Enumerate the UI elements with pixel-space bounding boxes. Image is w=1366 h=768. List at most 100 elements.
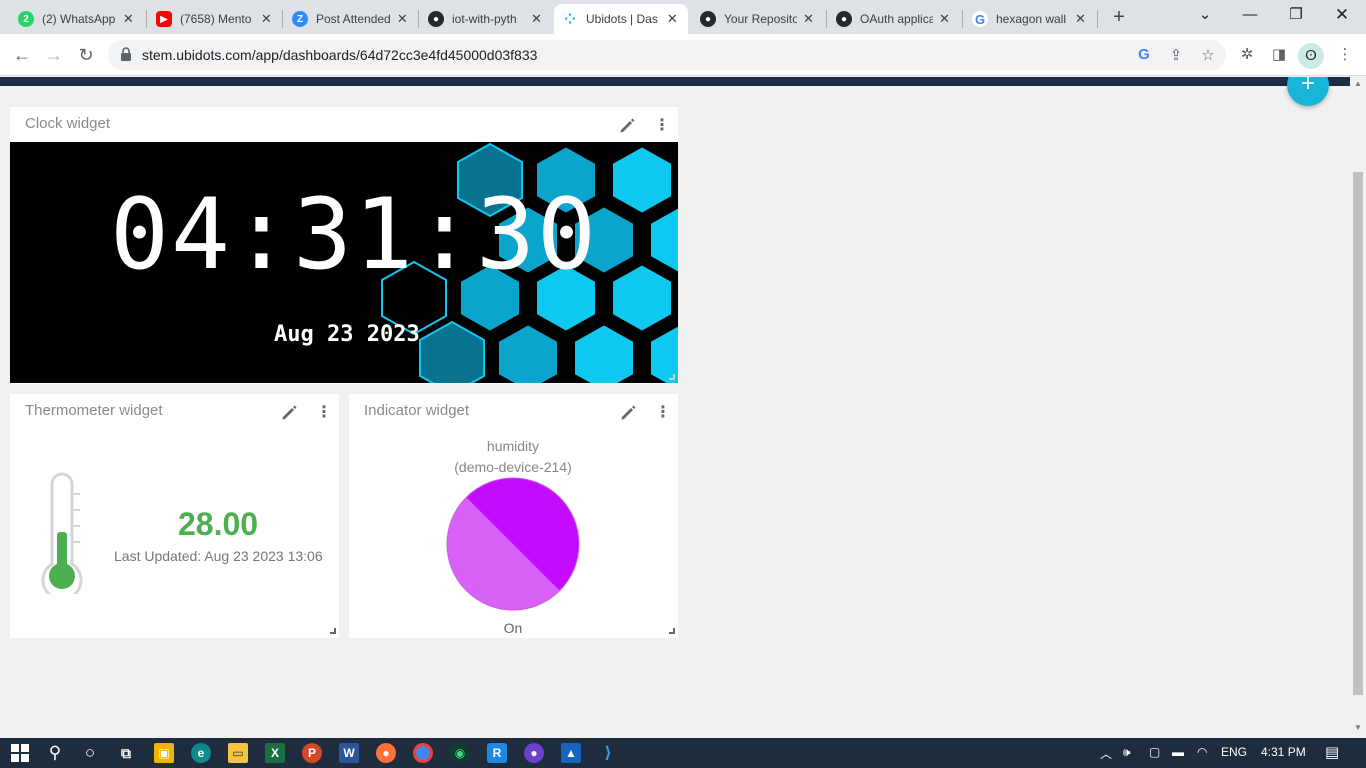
scroll-down-icon[interactable]: ▼ xyxy=(1354,723,1362,732)
close-icon[interactable]: ✕ xyxy=(937,11,952,27)
tab-search-button[interactable]: ⌄ xyxy=(1183,4,1227,26)
meet-now-icon[interactable]: ▢ xyxy=(1149,745,1160,759)
close-icon[interactable]: ✕ xyxy=(665,11,680,27)
scrollbar-thumb[interactable] xyxy=(1353,172,1363,695)
address-bar[interactable]: stem.ubidots.com/app/dashboards/64d72cc3… xyxy=(108,40,1226,70)
resize-handle[interactable] xyxy=(669,374,675,380)
more-options-icon[interactable]: ⋮ xyxy=(655,404,671,422)
tab-separator xyxy=(1097,10,1098,28)
tab-title: OAuth applica xyxy=(860,12,934,26)
app-icon[interactable]: ◉ xyxy=(450,743,470,763)
last-updated-text: Last Updated: Aug 23 2023 13:06 xyxy=(114,548,323,564)
new-tab-button[interactable]: + xyxy=(1108,6,1130,29)
tab-github-oauth[interactable]: ● OAuth applica ✕ xyxy=(828,4,960,34)
edge-icon[interactable]: e xyxy=(191,743,211,763)
file-explorer-icon[interactable]: ▭ xyxy=(228,743,248,763)
widget-title: Thermometer widget xyxy=(25,402,163,419)
page-scrollbar[interactable]: ▲ ▼ xyxy=(1350,77,1366,738)
edit-icon[interactable] xyxy=(619,404,637,422)
ubidots-icon: ⁘ xyxy=(562,11,578,27)
google-translate-icon[interactable]: G xyxy=(1134,46,1154,63)
url-text: stem.ubidots.com/app/dashboards/64d72cc3… xyxy=(142,47,538,63)
github-desktop-icon[interactable]: ● xyxy=(524,743,544,763)
resize-handle[interactable] xyxy=(669,628,675,634)
tab-separator xyxy=(962,10,963,28)
thermometer-value: 28.00 xyxy=(178,506,259,542)
edit-icon[interactable] xyxy=(618,117,636,135)
reload-button[interactable]: ↻ xyxy=(74,43,98,67)
device-name: (demo-device-214) xyxy=(454,459,572,475)
volume-icon[interactable]: 🕪 xyxy=(1123,745,1131,760)
powerpoint-icon[interactable]: P xyxy=(302,743,322,763)
search-icon[interactable]: ⚲ xyxy=(45,743,65,763)
edit-icon[interactable] xyxy=(280,404,298,422)
system-clock[interactable]: 4:31 PM xyxy=(1261,745,1306,759)
share-icon[interactable]: ⇪ xyxy=(1166,46,1186,64)
whatsapp-icon: 2 xyxy=(18,11,34,27)
tab-title: Post Attended xyxy=(316,12,391,26)
thermometer-icon xyxy=(41,472,83,594)
tab-zoom[interactable]: Z Post Attended ✕ xyxy=(284,4,418,34)
tab-title: (2) WhatsApp xyxy=(42,12,116,26)
tab-whatsapp[interactable]: 2 (2) WhatsApp ✕ xyxy=(10,4,144,34)
tab-title: (7658) Mento xyxy=(180,12,252,26)
forward-button[interactable]: → xyxy=(42,43,66,67)
remote-app-icon[interactable]: R xyxy=(487,743,507,763)
resize-handle[interactable] xyxy=(330,628,336,634)
youtube-icon: ▶ xyxy=(156,11,172,27)
github-icon: ● xyxy=(836,11,852,27)
task-view-icon[interactable]: ⧉ xyxy=(116,743,136,763)
close-icon[interactable]: ✕ xyxy=(121,11,136,27)
language-indicator[interactable]: ENG xyxy=(1221,745,1247,759)
word-icon[interactable]: W xyxy=(339,743,359,763)
menu-icon[interactable]: ⋮ xyxy=(1334,45,1356,63)
tab-youtube[interactable]: ▶ (7658) Mento ✕ xyxy=(148,4,282,34)
side-panel-icon[interactable]: ◨ xyxy=(1268,45,1290,63)
cortana-icon[interactable]: ○ xyxy=(80,743,100,763)
battery-icon[interactable]: ▬ xyxy=(1172,745,1184,759)
tab-separator xyxy=(146,10,147,28)
tab-github-iot[interactable]: ● iot-with-pyth ✕ xyxy=(420,4,552,34)
tab-ubidots[interactable]: ⁘ Ubidots | Das ✕ xyxy=(554,4,688,34)
close-icon[interactable]: ✕ xyxy=(801,11,816,27)
profile-avatar-icon[interactable]: ʘ xyxy=(1298,43,1324,69)
close-icon[interactable]: ✕ xyxy=(1073,11,1088,27)
excel-icon[interactable]: X xyxy=(265,743,285,763)
tab-title: Your Reposito xyxy=(724,12,798,26)
close-window-button[interactable]: ✕ xyxy=(1320,4,1364,26)
tab-github-repositories[interactable]: ● Your Reposito ✕ xyxy=(692,4,824,34)
windows-taskbar: ⚲ ○ ⧉ ▣ e ▭ X P W ● ◉ R ● ▲ ⟩ ︿ 🕪 ▢ ▬ ◠ … xyxy=(0,738,1366,768)
show-hidden-icons[interactable]: ︿ xyxy=(1100,745,1112,762)
google-icon: G xyxy=(972,11,988,27)
tab-separator xyxy=(418,10,419,28)
tab-title: Ubidots | Das xyxy=(586,12,658,26)
close-icon[interactable]: ✕ xyxy=(395,11,410,27)
minimize-button[interactable]: — xyxy=(1228,4,1272,26)
add-widget-button[interactable]: + xyxy=(1287,77,1329,106)
restore-button[interactable]: ❐ xyxy=(1274,4,1318,26)
vscode-icon[interactable]: ⟩ xyxy=(598,743,618,763)
scroll-up-icon[interactable]: ▲ xyxy=(1354,79,1362,88)
firefox-icon[interactable]: ● xyxy=(376,743,396,763)
chrome-icon[interactable] xyxy=(413,743,433,763)
back-button[interactable]: ← xyxy=(10,43,34,67)
close-icon[interactable]: ✕ xyxy=(529,11,544,27)
wifi-icon[interactable]: ◠ xyxy=(1197,745,1207,759)
photos-icon[interactable]: ▲ xyxy=(561,743,581,763)
lock-icon xyxy=(121,47,131,61)
notifications-icon[interactable]: ▤ xyxy=(1325,743,1339,761)
microsoft-store-icon[interactable]: ▣ xyxy=(154,743,174,763)
extensions-icon[interactable]: ✲ xyxy=(1236,45,1258,63)
more-options-icon[interactable]: ⋮ xyxy=(316,404,332,422)
more-options-icon[interactable]: ⋮ xyxy=(654,117,670,135)
windows-start-icon[interactable] xyxy=(10,743,30,763)
widget-title: Indicator widget xyxy=(364,402,470,419)
tab-google-hexagon[interactable]: G hexagon wall ✕ xyxy=(964,4,1096,34)
github-icon: ● xyxy=(700,11,716,27)
tab-strip: 2 (2) WhatsApp ✕ ▶ (7658) Mento ✕ Z Post… xyxy=(0,0,1366,34)
bookmark-star-icon[interactable]: ☆ xyxy=(1198,46,1218,64)
variable-name: humidity xyxy=(486,438,540,454)
tab-title: iot-with-pyth xyxy=(452,12,517,26)
close-icon[interactable]: ✕ xyxy=(259,11,274,27)
tab-separator xyxy=(282,10,283,28)
